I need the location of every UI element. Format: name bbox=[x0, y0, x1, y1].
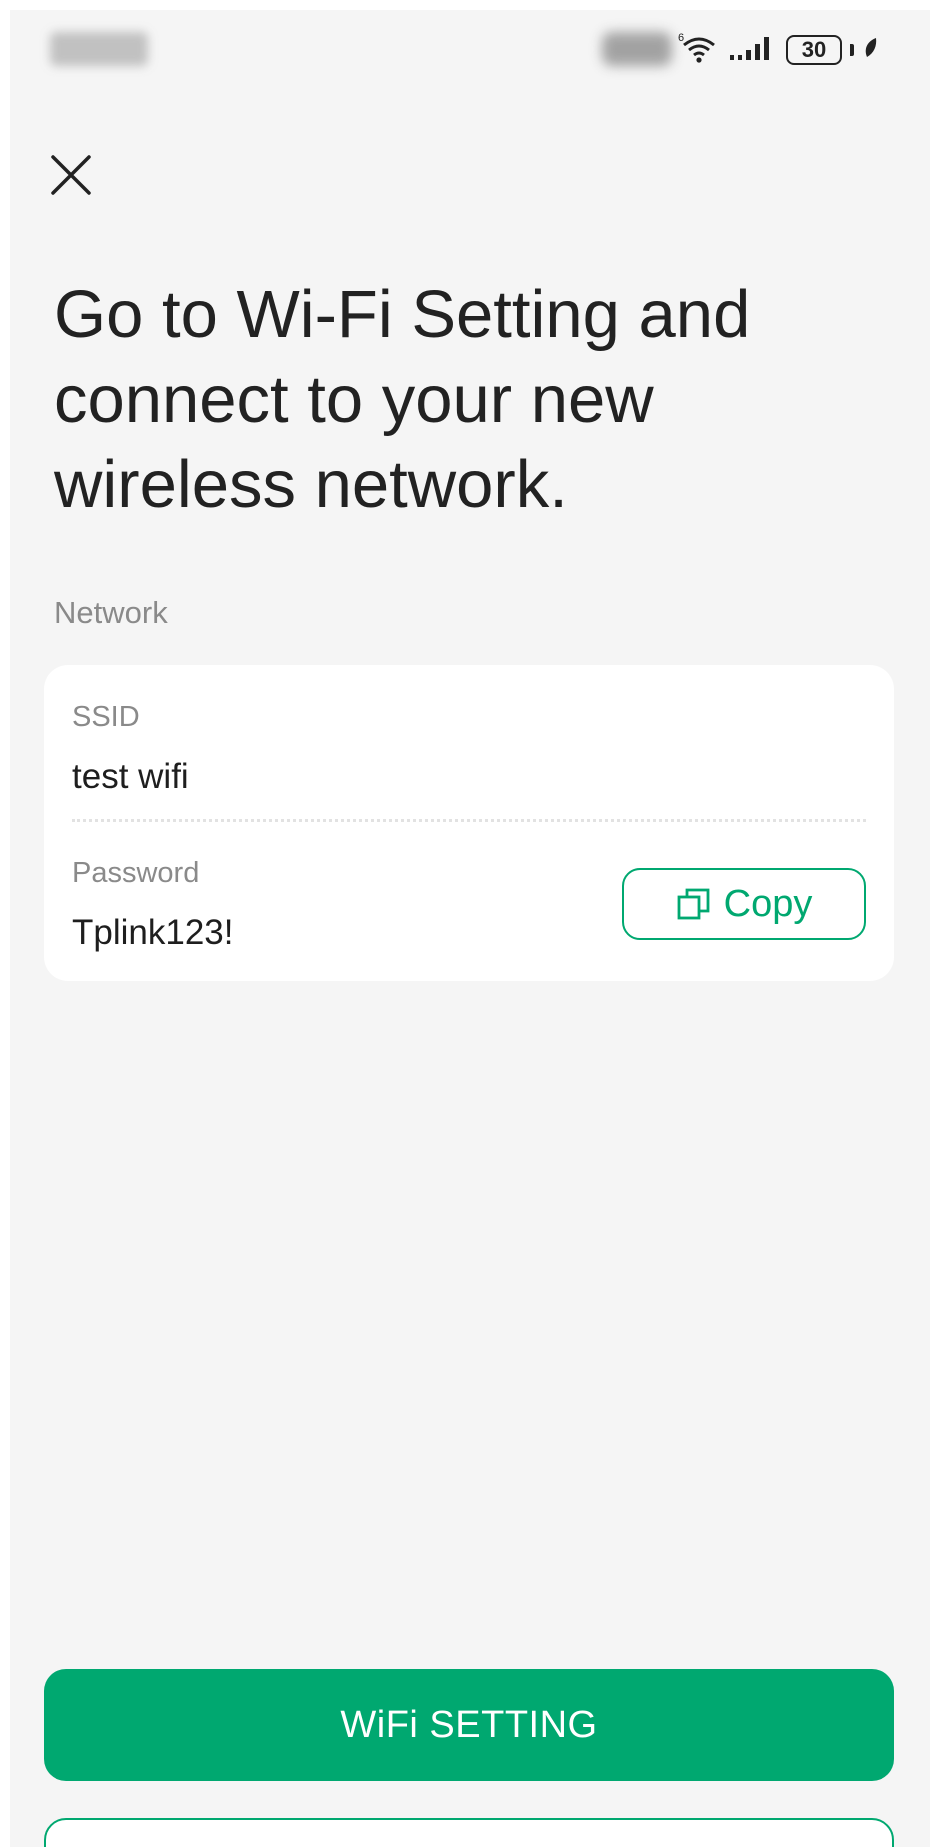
password-label: Password bbox=[72, 857, 200, 889]
network-card: SSID test wifi Password Tplink123! Copy bbox=[44, 665, 894, 981]
password-value: Tplink123! bbox=[72, 913, 234, 952]
ssid-label: SSID bbox=[72, 701, 140, 733]
copy-icon bbox=[677, 888, 710, 920]
status-notification-icons-blurred bbox=[602, 32, 672, 66]
copy-button[interactable]: Copy bbox=[622, 868, 866, 940]
network-section-label: Network bbox=[54, 595, 168, 630]
status-icons: 6 30 bbox=[678, 32, 878, 68]
ssid-value: test wifi bbox=[72, 757, 189, 796]
signal-icon bbox=[728, 33, 778, 68]
wifi-icon: 6 bbox=[678, 31, 720, 70]
wifi-setting-button[interactable]: WiFi SETTING bbox=[44, 1669, 894, 1781]
battery-icon: 30 bbox=[786, 35, 842, 65]
close-button[interactable] bbox=[44, 148, 98, 202]
status-bar: 6 30 bbox=[10, 10, 930, 102]
secondary-button[interactable] bbox=[44, 1818, 894, 1847]
copy-button-label: Copy bbox=[723, 882, 813, 925]
page-title: Go to Wi-Fi Setting and connect to your … bbox=[54, 277, 751, 522]
svg-text:6: 6 bbox=[678, 32, 684, 44]
status-time-blurred bbox=[50, 32, 148, 66]
card-divider bbox=[72, 819, 866, 822]
leaf-icon bbox=[862, 36, 878, 65]
close-icon bbox=[51, 155, 91, 195]
battery-cap bbox=[850, 44, 854, 56]
app-screen: 6 30 Go to Wi-Fi Setting and connect to … bbox=[10, 10, 930, 1847]
wifi-setting-button-label: WiFi SETTING bbox=[340, 1703, 598, 1746]
